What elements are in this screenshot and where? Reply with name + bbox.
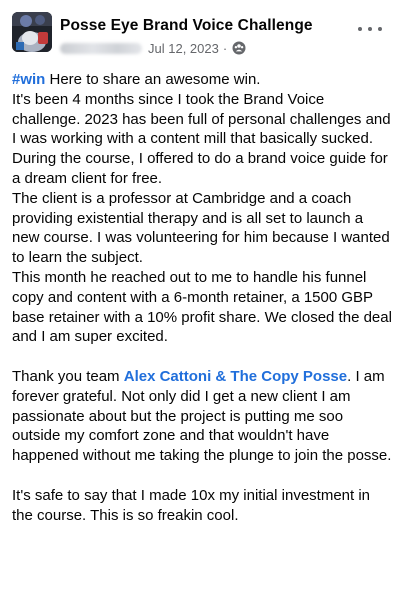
more-options-icon[interactable]	[358, 22, 382, 36]
post-paragraph-1: It's been 4 months since I took the Bran…	[12, 90, 391, 187]
post-paragraph-4: Thank you team Alex Cattoni & The Copy P…	[12, 367, 394, 466]
hashtag-link[interactable]: #win	[12, 71, 45, 88]
post-meta: Jul 12, 2023 ·	[60, 39, 246, 57]
mention-link[interactable]: Alex Cattoni & The Copy Posse	[124, 368, 347, 385]
more-dot	[378, 27, 382, 31]
thanks-text: Thank you team	[12, 367, 124, 385]
group-post: Posse Eye Brand Voice Challenge Jul 12, …	[0, 0, 400, 610]
author-name-redacted[interactable]	[60, 42, 142, 54]
post-header: Posse Eye Brand Voice Challenge Jul 12, …	[12, 12, 388, 60]
post-intro: #win Here to share an awesome win.	[12, 70, 394, 90]
more-dot	[358, 27, 362, 31]
post-date[interactable]: Jul 12, 2023	[148, 41, 219, 56]
post-paragraph-2: The client is a professor at Cambridge a…	[12, 189, 390, 267]
more-dot	[368, 27, 372, 31]
post-body: #win Here to share an awesome win. It's …	[12, 70, 394, 525]
intro-text: Here to share an awesome win.	[45, 71, 261, 88]
meta-separator: ·	[222, 40, 228, 56]
group-members-icon	[232, 41, 246, 55]
group-avatar[interactable]	[12, 12, 52, 52]
post-paragraph-5: It's safe to say that I made 10x my init…	[12, 486, 371, 524]
post-paragraph-3: This month he reached out to me to handl…	[12, 268, 392, 346]
group-name[interactable]: Posse Eye Brand Voice Challenge	[60, 17, 313, 35]
avatar-image-icon	[12, 12, 52, 52]
